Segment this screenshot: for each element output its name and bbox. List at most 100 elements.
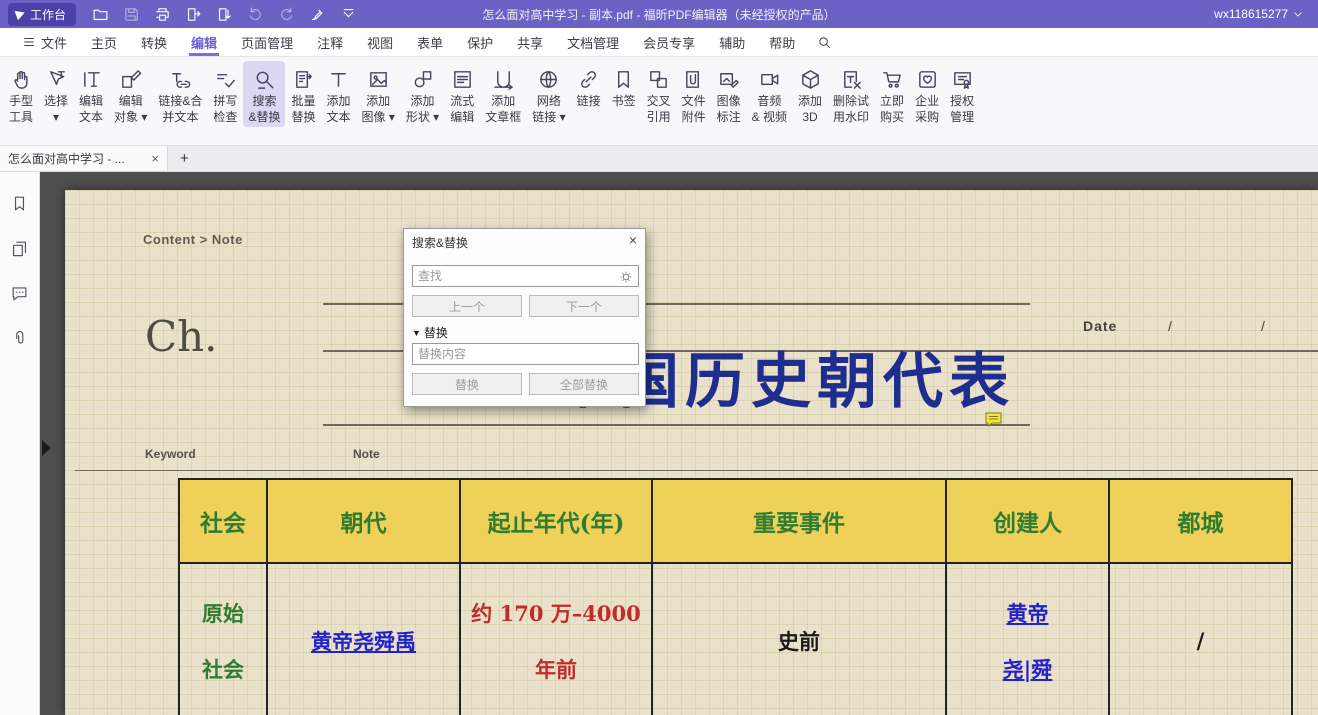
toolbar-button-link-merge-text[interactable]: 链接&合并文本 [153, 61, 207, 127]
note-label: Note [353, 447, 380, 461]
founder-link-2[interactable]: 尧|舜 [1003, 654, 1053, 684]
menu-member-exclusive[interactable]: 会员专享 [631, 28, 707, 56]
menu-convert[interactable]: 转换 [129, 28, 179, 56]
format-brush-icon[interactable] [309, 6, 326, 23]
new-tab-button[interactable]: + [168, 150, 201, 167]
menu-view[interactable]: 视图 [355, 28, 405, 56]
dynasty-link[interactable]: 黄帝尧舜禹 [311, 626, 416, 656]
toolbar-button-spell-check[interactable]: 拼写检查 [208, 61, 242, 127]
keyword-label: Keyword [145, 447, 196, 461]
add-3d-icon [799, 66, 822, 92]
search-options-gear-icon[interactable] [618, 269, 634, 285]
audio-video-icon [758, 66, 781, 92]
search-replace-icon [253, 66, 276, 92]
page-breadcrumb: Content > Note [143, 232, 243, 247]
menu-home[interactable]: 主页 [79, 28, 129, 56]
dialog-close-icon[interactable]: × [629, 232, 637, 248]
redo-icon[interactable] [278, 6, 295, 23]
menu-edit[interactable]: 编辑 [179, 28, 229, 56]
find-next-button[interactable]: 下一个 [529, 295, 639, 317]
workspace-button[interactable]: 工作台 [8, 3, 76, 26]
toolbar-button-bookmark[interactable]: 书签 [607, 61, 641, 113]
select-cursor-icon [45, 66, 68, 92]
app-window: 工作台 怎么面对高中学习 - 副本.pdf - 福昕PDF编辑器（未经授权的产品… [0, 0, 1318, 715]
edit-text-icon [80, 66, 103, 92]
toolbar-button-file-attachment[interactable]: 文件附件 [677, 61, 711, 127]
pdf-page[interactable]: Content > Note Ch. Date / / 中国历史朝代表 Keyw… [65, 190, 1318, 715]
menu-comment[interactable]: 注释 [305, 28, 355, 56]
date-slash-2: / [1261, 318, 1265, 334]
toolbar-button-enterprise-purchase[interactable]: 企业采购 [910, 61, 944, 127]
toolbar-button-link[interactable]: 链接 [572, 61, 606, 113]
toolbar-button-add-article-box[interactable]: 添加文章框 [480, 61, 526, 127]
header-cell-dynasty: 朝代 [268, 480, 461, 564]
find-input[interactable] [412, 265, 639, 287]
save-icon[interactable] [123, 6, 140, 23]
toolbar-button-select[interactable]: 选择▾ [39, 61, 73, 127]
menu-file[interactable]: 文件 [10, 28, 79, 56]
batch-replace-icon [292, 66, 315, 92]
menu-accessibility[interactable]: 辅助 [707, 28, 757, 56]
find-previous-button[interactable]: 上一个 [412, 295, 522, 317]
cell-society: 原始 社会 [180, 564, 268, 715]
toolbar-button-edit-text[interactable]: 编辑文本 [74, 61, 108, 127]
pages-panel-icon[interactable] [10, 239, 29, 258]
sidebar-expand-arrow-icon[interactable] [42, 440, 51, 456]
menu-form[interactable]: 表单 [405, 28, 455, 56]
cross-reference-icon [647, 66, 670, 92]
cell-capital: / [1110, 564, 1291, 715]
edit-object-icon [119, 66, 142, 92]
print-icon[interactable] [154, 6, 171, 23]
toolbar-button-license-management[interactable]: 授权管理 [945, 61, 979, 127]
menu-protect[interactable]: 保护 [455, 28, 505, 56]
toolbar-button-reflow-edit[interactable]: 流式编辑 [445, 61, 479, 127]
toolbar-button-add-shape[interactable]: 添加形状 ▾ [401, 61, 444, 127]
replace-button[interactable]: 替换 [412, 373, 522, 395]
menu-page-management[interactable]: 页面管理 [229, 28, 305, 56]
toolbar-button-batch-replace[interactable]: 批量替换 [286, 61, 320, 127]
menu-search-button[interactable] [807, 28, 842, 56]
toolbar-options-chevron-icon[interactable] [340, 6, 357, 23]
menu-help[interactable]: 帮助 [757, 28, 807, 56]
open-folder-icon[interactable] [92, 6, 109, 23]
cell-event: 史前 [653, 564, 947, 715]
content-area: Content > Note Ch. Date / / 中国历史朝代表 Keyw… [0, 172, 1318, 715]
hamburger-icon [22, 35, 36, 49]
add-image-icon [367, 66, 390, 92]
toolbar-button-search-replace[interactable]: 搜索&替换 [243, 61, 285, 127]
table-header-row: 社会 朝代 起止年代(年) 重要事件 创建人 都城 [180, 480, 1291, 564]
ruled-line [75, 470, 1318, 471]
document-tab[interactable]: 怎么面对高中学习 - ... × [0, 146, 168, 171]
cell-period: 约 170 万–4000 年前 [461, 564, 653, 715]
export-doc-icon[interactable] [185, 6, 202, 23]
bookmarks-panel-icon[interactable] [10, 194, 29, 213]
toolbar-button-hand-tool[interactable]: 手型工具 [4, 61, 38, 127]
toolbar-button-cross-reference[interactable]: 交叉引用 [642, 61, 676, 127]
toolbar-button-add-image[interactable]: 添加图像 ▾ [356, 61, 399, 127]
tab-close-icon[interactable]: × [151, 151, 159, 166]
toolbar-button-add-3d[interactable]: 添加3D [793, 61, 827, 127]
toolbar-button-edit-object[interactable]: 编辑对象 ▾ [109, 61, 152, 127]
cell-founder: 黄帝 尧|舜 [947, 564, 1110, 715]
document-canvas: Content > Note Ch. Date / / 中国历史朝代表 Keyw… [40, 172, 1318, 715]
comments-panel-icon[interactable] [10, 284, 29, 303]
toolbar-button-audio-video[interactable]: 音频& 视频 [747, 61, 792, 127]
comment-note-icon[interactable] [985, 412, 1002, 427]
attachments-panel-icon[interactable] [10, 329, 29, 348]
replace-all-button[interactable]: 全部替换 [529, 373, 639, 395]
toolbar-button-remove-trial-watermark[interactable]: 删除试用水印 [828, 61, 874, 127]
menu-share[interactable]: 共享 [505, 28, 555, 56]
replace-input[interactable] [412, 343, 639, 365]
toolbar-button-add-text[interactable]: 添加文本 [321, 61, 355, 127]
toolbar-button-image-annotation[interactable]: 图像标注 [712, 61, 746, 127]
menu-doc-management[interactable]: 文档管理 [555, 28, 631, 56]
replace-section-toggle[interactable]: ▼ 替换 [412, 324, 448, 341]
user-account[interactable]: wx118615277 [1214, 7, 1304, 21]
toolbar-button-buy-now[interactable]: 立即购买 [875, 61, 909, 127]
remove-watermark-icon [840, 66, 863, 92]
undo-icon[interactable] [247, 6, 264, 23]
convert-doc-icon[interactable] [216, 6, 233, 23]
link-merge-text-icon [169, 66, 192, 92]
founder-link-1[interactable]: 黄帝 [1007, 598, 1049, 628]
toolbar-button-web-link[interactable]: 网络链接 ▾ [527, 61, 570, 127]
